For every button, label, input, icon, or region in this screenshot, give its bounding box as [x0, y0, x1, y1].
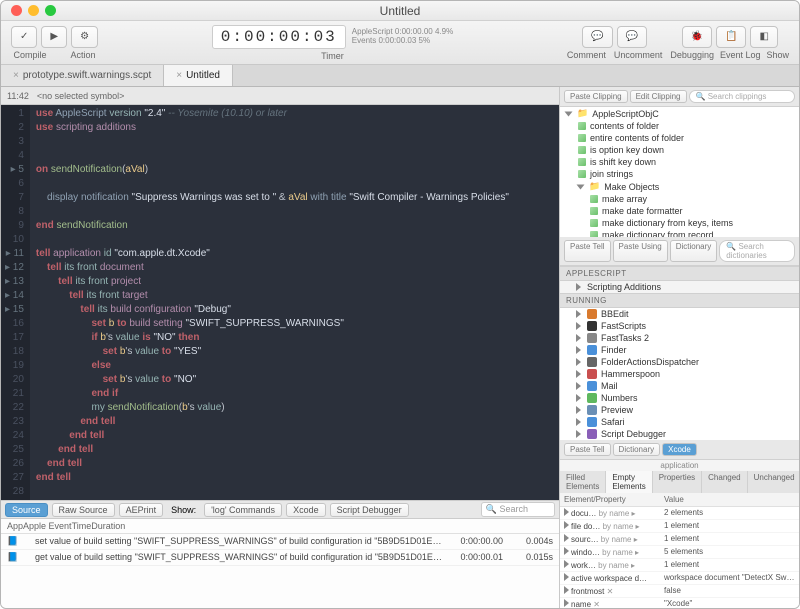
property-tab[interactable]: Filled Elements [560, 471, 606, 493]
scripting-additions-item[interactable]: Scripting Additions [560, 281, 799, 293]
tree-item[interactable]: contents of folder [560, 120, 799, 132]
view-seg[interactable]: AEPrint [119, 503, 164, 517]
timer-sub2: Events 0:00:00.03 5% [352, 37, 453, 46]
search-dict-input[interactable]: 🔍 Search dictionaries [719, 240, 795, 262]
eventlog-button[interactable]: 📋 [716, 26, 746, 48]
property-row[interactable]: name ✕"Xcode" [560, 598, 799, 608]
close-tab-icon[interactable]: × [13, 70, 19, 81]
property-row[interactable]: docu… by name ▸2 elements [560, 507, 799, 520]
property-row[interactable]: frontmost ✕false [560, 585, 799, 598]
running-app[interactable]: Safari [560, 416, 799, 428]
tree-item[interactable]: 📁 Make Objects [560, 180, 799, 193]
tree-item[interactable]: join strings [560, 168, 799, 180]
sidebar: Paste Clipping Edit Clipping 🔍 Search cl… [559, 87, 799, 608]
action-button[interactable]: ⚙ [71, 26, 98, 48]
applescript-section: APPLESCRIPT [560, 266, 799, 281]
tree-item[interactable]: is shift key down [560, 156, 799, 168]
event-log: App Apple Event Time Duration 📘set value… [1, 518, 559, 608]
timer-label: Timer [321, 51, 344, 61]
tree-item[interactable]: entire contents of folder [560, 132, 799, 144]
running-app[interactable]: BBEdit [560, 308, 799, 320]
property-row[interactable]: work… by name ▸1 element [560, 559, 799, 572]
editor-footer: SourceRaw SourceAEPrintShow:'log' Comman… [1, 500, 559, 518]
timer-display: 0:00:00:03 [212, 25, 346, 49]
action-label: Action [71, 50, 96, 60]
edit-clipping-button[interactable]: Edit Clipping [630, 90, 687, 103]
tree-item[interactable]: 📁 AppleScriptObjC [560, 107, 799, 120]
show-button[interactable]: ◧ [750, 26, 777, 48]
clippings-tree[interactable]: 📁 AppleScriptObjC contents of folder ent… [560, 107, 799, 237]
running-app[interactable]: Finder [560, 344, 799, 356]
running-app[interactable]: FastTasks 2 [560, 332, 799, 344]
property-tab[interactable]: Properties [653, 471, 702, 493]
paste-tell-button[interactable]: Paste Tell [564, 240, 611, 262]
tree-item[interactable]: make array [560, 193, 799, 205]
application-label: application [560, 460, 799, 471]
uncomment-button[interactable]: 💬 [617, 26, 647, 48]
log-search-input[interactable]: 🔍 Search [481, 502, 555, 517]
running-app[interactable]: FastScripts [560, 320, 799, 332]
filter-seg[interactable]: Script Debugger [330, 503, 409, 517]
compile-label: Compile [14, 50, 47, 60]
minimize-icon[interactable] [28, 5, 39, 16]
app-window: Untitled ✓ ▶ ⚙ Compile Action 0:00:00:03… [0, 0, 800, 609]
tree-item[interactable]: make dictionary from record [560, 229, 799, 237]
code-editor[interactable]: 1 2 3 4▸ 5 6 7 8 9 10▸ 11▸ 12▸ 13▸ 14▸ 1… [1, 105, 559, 500]
close-icon[interactable] [11, 5, 22, 16]
compile-button[interactable]: ✓ [11, 26, 37, 48]
filter-seg[interactable]: 'log' Commands [204, 503, 282, 517]
running-app[interactable]: Mail [560, 380, 799, 392]
property-row[interactable]: active workspace d… workspace document "… [560, 572, 799, 585]
paste-using-button[interactable]: Paste Using [613, 240, 668, 262]
tree-item[interactable]: make date formatter [560, 205, 799, 217]
comment-button[interactable]: 💬 [582, 26, 612, 48]
debugging-button[interactable]: 🐞 [682, 26, 712, 48]
run-button[interactable]: ▶ [41, 26, 67, 48]
document-tabs: ×prototype.swift.warnings.scpt×Untitled [1, 65, 799, 87]
editor-header: 11:42 <no selected symbol> [1, 87, 559, 105]
timer-group: 0:00:00:03 AppleScript 0:00:00.00 4.9% E… [212, 25, 453, 61]
log-row[interactable]: 📘set value of build setting "SWIFT_SUPPR… [1, 534, 559, 550]
paste-tell2-button[interactable]: Paste Tell [564, 443, 611, 456]
toolbar: ✓ ▶ ⚙ Compile Action 0:00:00:03 AppleScr… [1, 21, 799, 65]
running-app[interactable]: Hammerspoon [560, 368, 799, 380]
running-app[interactable]: FolderActionsDispatcher [560, 356, 799, 368]
property-tab[interactable]: Empty Elements [606, 471, 652, 493]
titlebar: Untitled [1, 1, 799, 21]
property-tab[interactable]: Changed [702, 471, 747, 493]
zoom-icon[interactable] [45, 5, 56, 16]
dictionary2-button[interactable]: Dictionary [613, 443, 661, 456]
log-row[interactable]: 📘get value of build setting "SWIFT_SUPPR… [1, 550, 559, 566]
property-row[interactable]: sourc… by name ▸1 element [560, 533, 799, 546]
editor-time: 11:42 [7, 91, 29, 101]
dictionary-button[interactable]: Dictionary [670, 240, 718, 262]
xcode-chip[interactable]: Xcode [662, 443, 697, 456]
editor-symbol[interactable]: <no selected symbol> [37, 91, 125, 101]
property-tab[interactable]: Unchanged [748, 471, 799, 493]
view-seg[interactable]: Source [5, 503, 48, 517]
search-clippings-input[interactable]: 🔍 Search clippings [689, 90, 795, 103]
tree-item[interactable]: is option key down [560, 144, 799, 156]
running-app[interactable]: Preview [560, 404, 799, 416]
close-tab-icon[interactable]: × [176, 70, 182, 81]
document-tab[interactable]: ×prototype.swift.warnings.scpt [1, 65, 164, 86]
property-row[interactable]: file do… by name ▸1 element [560, 520, 799, 533]
running-app[interactable]: Numbers [560, 392, 799, 404]
document-tab[interactable]: ×Untitled [164, 65, 233, 86]
property-row[interactable]: windo… by name ▸5 elements [560, 546, 799, 559]
editor-pane: 11:42 <no selected symbol> 1 2 3 4▸ 5 6 … [1, 87, 559, 608]
running-section: RUNNING [560, 293, 799, 308]
window-controls [1, 5, 56, 16]
view-seg[interactable]: Raw Source [52, 503, 115, 517]
tree-item[interactable]: make dictionary from keys, items [560, 217, 799, 229]
filter-seg[interactable]: Xcode [286, 503, 326, 517]
running-app[interactable]: Script Debugger [560, 428, 799, 440]
paste-clipping-button[interactable]: Paste Clipping [564, 90, 628, 103]
log-header: App Apple Event Time Duration [1, 519, 559, 534]
window-title: Untitled [380, 4, 421, 18]
